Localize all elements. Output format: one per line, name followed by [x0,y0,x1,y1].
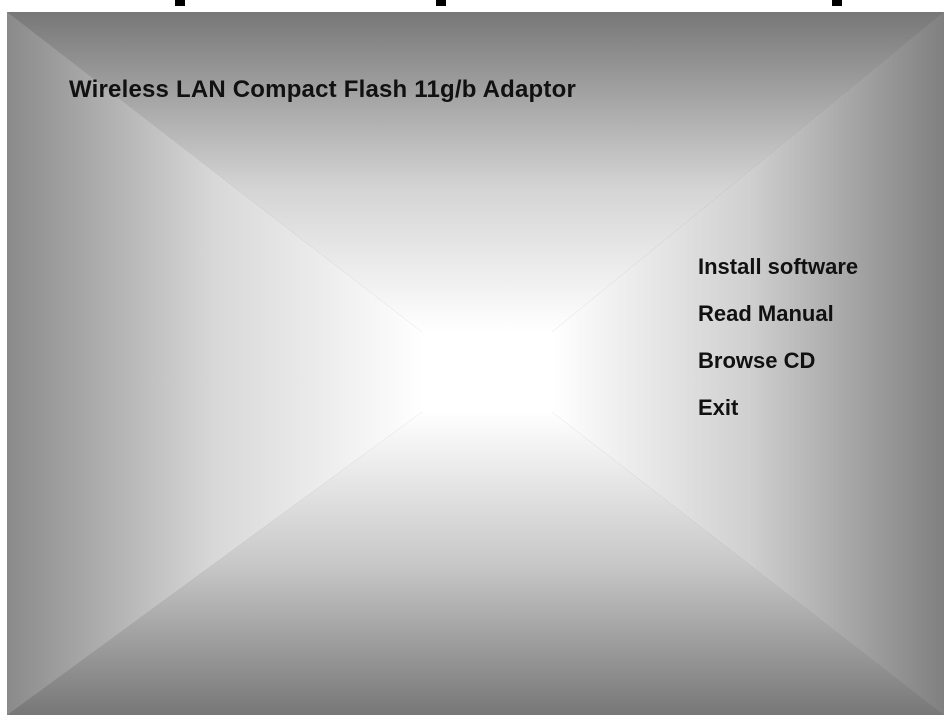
top-border [0,0,944,12]
splash-background: Wireless LAN Compact Flash 11g/b Adaptor… [7,12,944,715]
install-software-link[interactable]: Install software [698,252,858,299]
autorun-menu: Install software Read Manual Browse CD E… [698,252,858,440]
cropped-glyph [832,0,842,6]
browse-cd-link[interactable]: Browse CD [698,346,858,393]
cropped-glyph [175,0,185,6]
read-manual-link[interactable]: Read Manual [698,299,858,346]
cropped-glyph [436,0,446,6]
app-title: Wireless LAN Compact Flash 11g/b Adaptor [69,76,576,103]
autorun-window: Wireless LAN Compact Flash 11g/b Adaptor… [0,0,944,715]
exit-link[interactable]: Exit [698,393,858,440]
